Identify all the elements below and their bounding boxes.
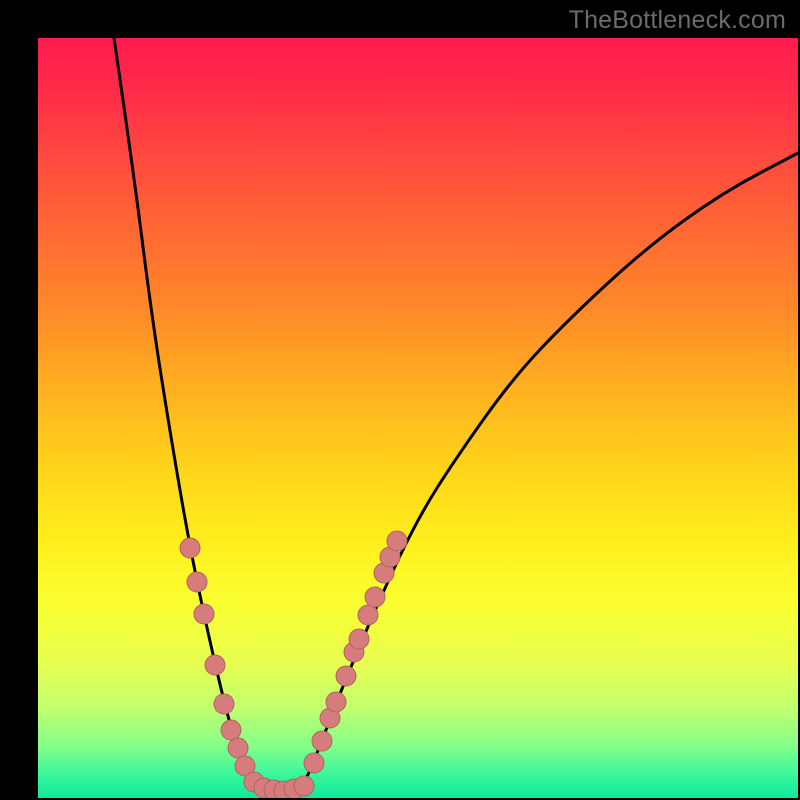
curve-layer xyxy=(38,38,798,798)
data-marker xyxy=(349,629,369,649)
data-marker xyxy=(205,655,225,675)
data-marker xyxy=(187,572,207,592)
data-marker xyxy=(221,720,241,740)
data-marker xyxy=(294,776,314,796)
data-marker xyxy=(194,604,214,624)
chart-frame: TheBottleneck.com xyxy=(0,0,800,800)
bottleneck-curve xyxy=(114,38,798,790)
data-marker xyxy=(336,666,356,686)
data-marker xyxy=(228,738,248,758)
curve-paths xyxy=(114,38,798,790)
data-marker xyxy=(180,538,200,558)
curve-markers xyxy=(180,531,407,798)
data-marker xyxy=(387,531,407,551)
data-marker xyxy=(214,694,234,714)
data-marker xyxy=(326,692,346,712)
data-marker xyxy=(358,605,378,625)
data-marker xyxy=(304,753,324,773)
data-marker xyxy=(365,587,385,607)
watermark-text: TheBottleneck.com xyxy=(569,6,786,35)
data-marker xyxy=(312,731,332,751)
